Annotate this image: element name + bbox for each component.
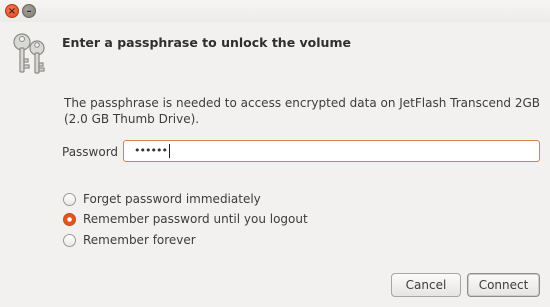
radio-button[interactable] <box>63 234 76 247</box>
password-label: Password <box>62 145 119 159</box>
password-field[interactable]: •••••• <box>123 140 540 162</box>
dialog-heading: Enter a passphrase to unlock the volume <box>62 35 351 50</box>
dialog-description: The passphrase is needed to access encry… <box>64 96 541 126</box>
radio-label: Remember password until you logout <box>83 212 308 226</box>
minimize-icon[interactable]: – <box>22 4 36 18</box>
close-icon[interactable]: × <box>5 4 19 18</box>
text-caret <box>168 144 170 158</box>
radio-button-selected[interactable] <box>63 213 76 226</box>
radio-label: Forget password immediately <box>83 192 261 206</box>
password-value: •••••• <box>134 144 168 157</box>
title-bar: × – <box>0 0 550 22</box>
radio-button[interactable] <box>63 193 76 206</box>
radio-label: Remember forever <box>83 233 196 247</box>
connect-button[interactable]: Connect <box>467 273 540 297</box>
keys-icon <box>13 33 45 74</box>
cancel-button[interactable]: Cancel <box>391 273 461 297</box>
